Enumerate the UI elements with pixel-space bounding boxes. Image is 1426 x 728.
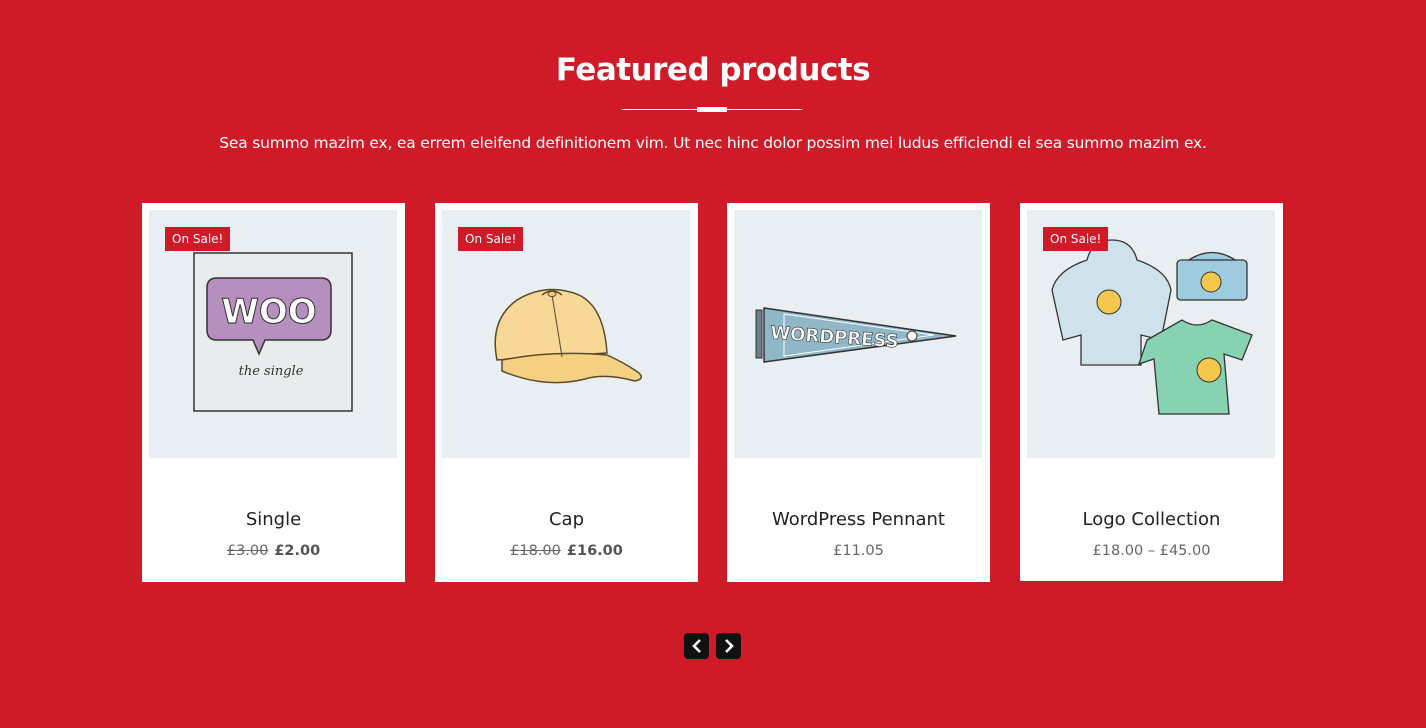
product-image-pennant[interactable]: WORDPRESS (734, 210, 982, 458)
product-image-logo-collection[interactable]: On Sale! (1027, 210, 1275, 458)
original-price: £3.00 (226, 543, 269, 559)
sale-badge: On Sale! (1043, 227, 1109, 251)
product-title[interactable]: Cap (435, 509, 698, 530)
original-price: £18.00 (510, 543, 561, 559)
regular-price: £11.05 (833, 543, 884, 559)
pennant-artwork: WORDPRESS (755, 307, 957, 363)
sale-badge: On Sale! (458, 227, 524, 251)
product-card-cap[interactable]: On Sale! Cap £18.00 £16.00 (435, 203, 698, 582)
carousel-next-button[interactable] (716, 633, 741, 659)
chevron-right-icon (724, 639, 734, 653)
product-title[interactable]: Single (142, 509, 405, 530)
price-range: £18.00 – £45.00 (1092, 543, 1211, 559)
sale-price: £16.00 (566, 543, 623, 559)
carousel-prev-button[interactable] (684, 633, 709, 659)
product-price: £18.00 – £45.00 (1020, 543, 1283, 559)
product-card-logo-collection[interactable]: On Sale! Logo Collection £18.00 – £45.00 (1020, 203, 1283, 581)
product-image-single[interactable]: On Sale! WOO the single (149, 210, 397, 458)
title-divider-accent (697, 107, 727, 112)
product-card-single[interactable]: On Sale! WOO the single Single £3.00 £2.0… (142, 203, 405, 582)
product-price: £18.00 £16.00 (435, 543, 698, 559)
product-price: £3.00 £2.00 (142, 543, 405, 559)
section-intro: Sea summo mazim ex, ea errem eleifend de… (219, 134, 1207, 152)
svg-text:WOO: WOO (221, 292, 316, 332)
product-price: £11.05 (727, 543, 990, 559)
product-image-cap[interactable]: On Sale! (442, 210, 690, 458)
svg-text:the single: the single (239, 364, 304, 379)
product-title[interactable]: Logo Collection (1020, 509, 1283, 530)
chevron-left-icon (691, 639, 701, 653)
product-title[interactable]: WordPress Pennant (727, 509, 990, 530)
section-title: Featured products (555, 52, 871, 88)
sale-price: £2.00 (274, 543, 321, 559)
product-card-wordpress-pennant[interactable]: WORDPRESS WordPress Pennant £11.05 (727, 203, 990, 582)
sale-badge: On Sale! (165, 227, 231, 251)
